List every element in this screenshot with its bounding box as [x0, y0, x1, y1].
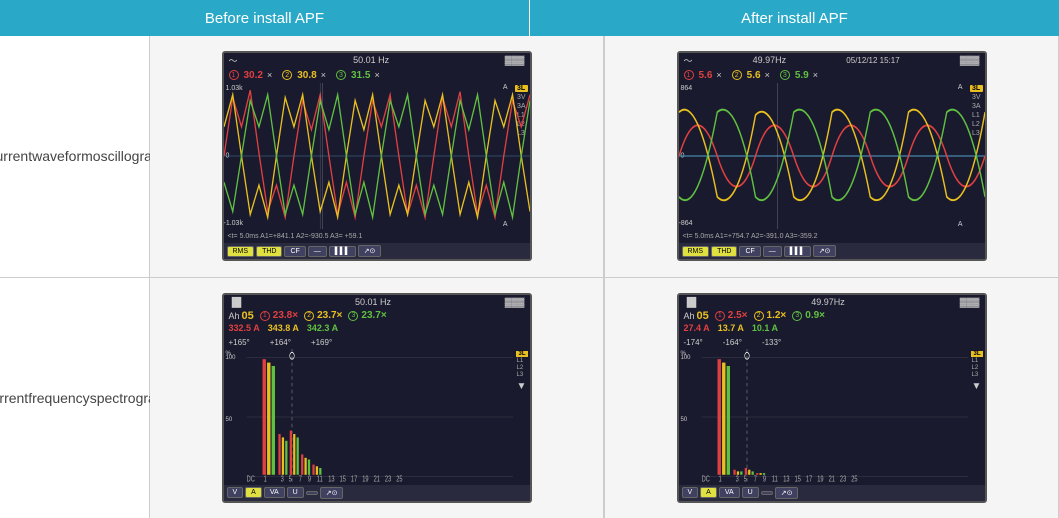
after-waveform-chart: 3L 3V 3A L1 L2 L3 864 0 -864 A A: [679, 83, 985, 229]
svg-text:1: 1: [263, 473, 266, 484]
svg-text:23: 23: [384, 473, 390, 484]
svg-text:21: 21: [828, 473, 834, 484]
svg-text:5: 5: [743, 473, 746, 484]
before-column: 〜 50.01 Hz ▓▓▓ 1 30.2 × 2 30.8 × 3 31.5 …: [150, 36, 604, 518]
svg-text:25: 25: [851, 473, 857, 484]
svg-text:15: 15: [339, 473, 345, 484]
before-waveform-screen: 〜 50.01 Hz ▓▓▓ 1 30.2 × 2 30.8 × 3 31.5 …: [222, 51, 532, 261]
before-spec-topbar: ▐█ 50.01 Hz ▓▓▓: [224, 295, 530, 309]
svg-text:13: 13: [328, 473, 334, 484]
label-waveform: Current waveform oscillogram: [0, 36, 149, 278]
header: Before install APF After install APF: [0, 0, 1059, 36]
svg-text:3: 3: [280, 473, 283, 484]
svg-text:17: 17: [350, 473, 356, 484]
svg-text:11: 11: [316, 473, 322, 484]
svg-text:21: 21: [373, 473, 379, 484]
before-waveform-chart: 3L 3V 3A L1 L2 L3 1.03k 0 -1.03k A A: [224, 83, 530, 229]
before-spec-angles: +165° +164° +169°: [224, 337, 530, 349]
after-spec-topbar: ▐█ 49.97Hz ▓▓▓: [679, 295, 985, 309]
before-spec-svg: DC 1 3 5 7 9 11 13 15 17 19 21 23 25: [224, 349, 530, 485]
wave-icon: 〜: [229, 54, 238, 67]
after-label: After install APF: [530, 10, 1059, 27]
svg-text:23: 23: [839, 473, 845, 484]
svg-text:1: 1: [718, 473, 721, 484]
spec-icon-after: ▐█: [684, 297, 697, 307]
after-spec-readings1: Ah 05 1 2.5× 2 1.2× 3 0.9×: [679, 309, 985, 323]
svg-text:DC: DC: [701, 473, 709, 484]
svg-text:DC: DC: [246, 473, 254, 484]
svg-text:9: 9: [762, 473, 765, 484]
after-waveform-svg: [679, 83, 985, 229]
svg-text:13: 13: [783, 473, 789, 484]
svg-text:7: 7: [298, 473, 301, 484]
svg-text:5: 5: [288, 473, 291, 484]
after-spec-readings2: 27.4 A 13.7 A 10.1 A: [679, 323, 985, 337]
svg-text:9: 9: [307, 473, 310, 484]
after-waveform-readings: 1 5.6 × 2 5.6 × 3 5.9 ×: [679, 67, 985, 83]
before-waveform-cell: 〜 50.01 Hz ▓▓▓ 1 30.2 × 2 30.8 × 3 31.5 …: [150, 36, 603, 278]
after-spectrogram-screen: ▐█ 49.97Hz ▓▓▓ Ah 05 1 2.5× 2 1.2× 3 0.9…: [677, 293, 987, 503]
svg-text:19: 19: [362, 473, 368, 484]
svg-text:3: 3: [735, 473, 738, 484]
after-spec-chart: 3L L1 L2 L3 ▼ % 100 50: [679, 349, 985, 485]
after-spec-footer: V A VA U ↗⊙: [679, 485, 985, 501]
after-waveform-cell: 〜 49.97Hz 05/12/12 15:17 ▓▓▓ 1 5.6 × 2 5…: [605, 36, 1058, 278]
before-waveform-bottom: <t= 5.0ms A1=+841.1 A2=-930.5 A3= +59.1: [224, 229, 530, 243]
before-spectrogram-screen: ▐█ 50.01 Hz ▓▓▓ Ah 05 1 23.8× 2 23.7× 3 …: [222, 293, 532, 503]
before-spec-readings2: 332.5 A 343.8 A 342.3 A: [224, 323, 530, 337]
svg-text:17: 17: [805, 473, 811, 484]
after-spectrogram-cell: ▐█ 49.97Hz ▓▓▓ Ah 05 1 2.5× 2 1.2× 3 0.9…: [605, 278, 1058, 518]
main-content: Current waveform oscillogram Current fre…: [0, 36, 1059, 518]
after-spec-angles: -174° -164° -133°: [679, 337, 985, 349]
after-waveform-footer: RMS THD CF — ▌▌▌ ↗⊙: [679, 243, 985, 259]
after-column: 〜 49.97Hz 05/12/12 15:17 ▓▓▓ 1 5.6 × 2 5…: [605, 36, 1059, 518]
before-spec-footer: V A VA U ↗⊙: [224, 485, 530, 501]
after-waveform-topbar: 〜 49.97Hz 05/12/12 15:17 ▓▓▓: [679, 53, 985, 67]
before-waveform-topbar: 〜 50.01 Hz ▓▓▓: [224, 53, 530, 67]
before-label: Before install APF: [0, 10, 529, 27]
svg-text:11: 11: [771, 473, 777, 484]
svg-text:25: 25: [396, 473, 402, 484]
before-waveform-footer: RMS THD CF — ▌▌▌ ↗⊙: [224, 243, 530, 259]
after-spec-svg: DC 1 3 5 7 9 11 13 15 17 19 21 23 25: [679, 349, 985, 485]
before-spec-readings1: Ah 05 1 23.8× 2 23.7× 3 23.7×: [224, 309, 530, 323]
svg-text:15: 15: [794, 473, 800, 484]
after-waveform-screen: 〜 49.97Hz 05/12/12 15:17 ▓▓▓ 1 5.6 × 2 5…: [677, 51, 987, 261]
before-spectrogram-cell: ▐█ 50.01 Hz ▓▓▓ Ah 05 1 23.8× 2 23.7× 3 …: [150, 278, 603, 518]
before-waveform-svg: [224, 83, 530, 229]
svg-text:7: 7: [753, 473, 756, 484]
before-waveform-readings: 1 30.2 × 2 30.8 × 3 31.5 ×: [224, 67, 530, 83]
spec-icon-before: ▐█: [229, 297, 242, 307]
label-spectrogram: Current frequency spectrogram: [0, 278, 149, 518]
after-waveform-bottom: <t= 5.0ms A1=+754.7 A2=-391.0 A3=-359.2: [679, 229, 985, 243]
label-column: Current waveform oscillogram Current fre…: [0, 36, 150, 518]
svg-text:19: 19: [817, 473, 823, 484]
before-spec-chart: 3L L1 L2 L3 ▼ % 100 50: [224, 349, 530, 485]
wave-icon-after: 〜: [684, 54, 693, 67]
